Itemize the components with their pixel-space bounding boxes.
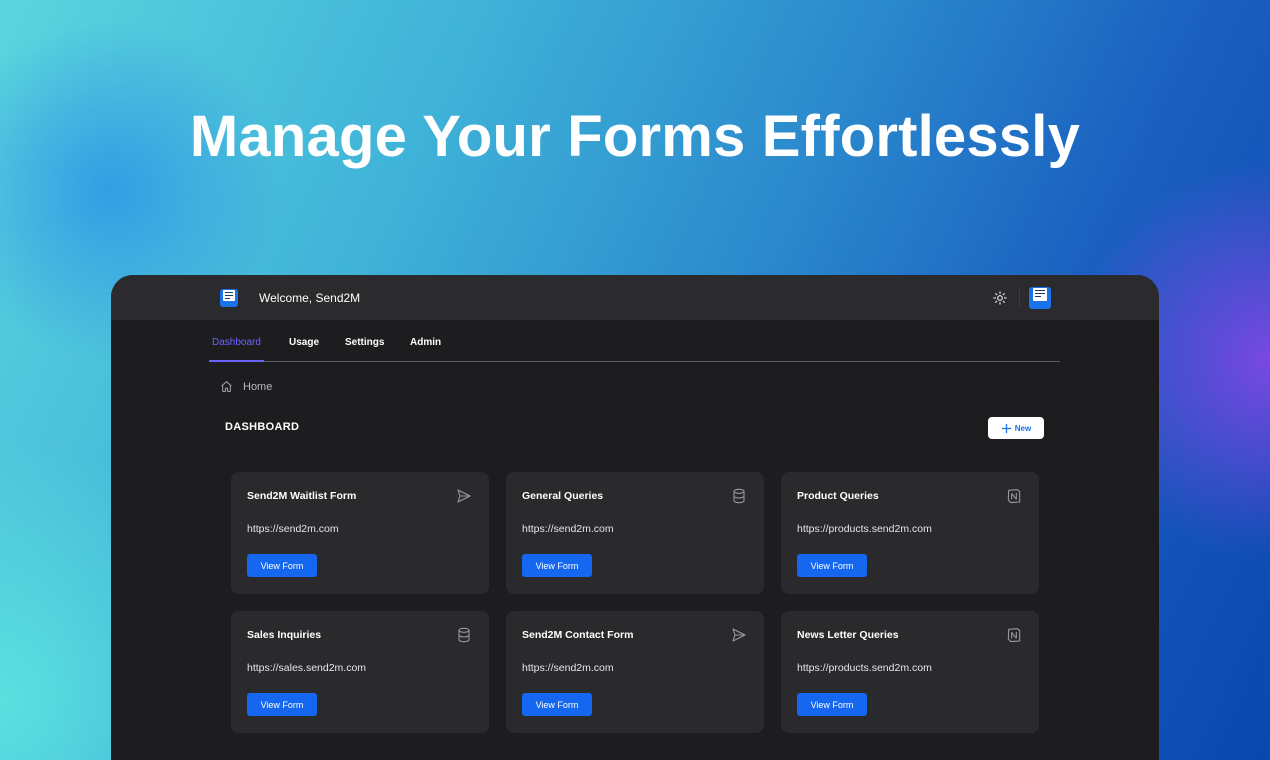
nav-tabs: Dashboard Usage Settings Admin bbox=[209, 320, 1060, 362]
new-form-button[interactable]: New bbox=[988, 417, 1044, 439]
form-card-title: Send2M Contact Form bbox=[522, 629, 634, 641]
form-card-title: Sales Inquiries bbox=[247, 629, 322, 641]
database-icon bbox=[733, 488, 745, 504]
form-card-title: News Letter Queries bbox=[797, 629, 899, 641]
tab-admin[interactable]: Admin bbox=[410, 337, 441, 348]
form-card-url: https://send2m.com bbox=[522, 523, 614, 535]
form-card-title: Product Queries bbox=[797, 490, 879, 502]
breadcrumb: Home bbox=[220, 380, 272, 393]
form-card-url: https://sales.send2m.com bbox=[247, 662, 367, 674]
tab-settings[interactable]: Settings bbox=[345, 337, 384, 348]
form-card-url: https://send2m.com bbox=[247, 523, 339, 535]
active-tab-indicator bbox=[209, 360, 264, 362]
notion-icon bbox=[1007, 489, 1021, 504]
form-card: Send2M Waitlist Form https://send2m.com … bbox=[231, 472, 489, 594]
form-card-url: https://products.send2m.com bbox=[797, 523, 932, 535]
view-form-button[interactable]: View Form bbox=[247, 554, 317, 577]
view-form-button[interactable]: View Form bbox=[522, 554, 592, 577]
form-card: Sales Inquiries https://sales.send2m.com… bbox=[231, 611, 489, 733]
home-icon[interactable] bbox=[220, 380, 233, 393]
top-bar: Welcome, Send2M bbox=[111, 275, 1159, 320]
app-window: Welcome, Send2M Dashboard Usage Settings… bbox=[111, 275, 1159, 760]
theme-toggle-icon[interactable] bbox=[993, 291, 1007, 305]
page-title: DASHBOARD bbox=[225, 421, 300, 433]
form-card-url: https://send2m.com bbox=[522, 662, 614, 674]
plus-icon bbox=[1001, 423, 1011, 433]
app-logo-icon[interactable] bbox=[220, 289, 238, 307]
form-card: News Letter Queries https://products.sen… bbox=[781, 611, 1039, 733]
tab-usage[interactable]: Usage bbox=[289, 337, 319, 348]
form-card: Product Queries https://products.send2m.… bbox=[781, 472, 1039, 594]
notion-icon bbox=[1007, 628, 1021, 643]
view-form-button[interactable]: View Form bbox=[797, 693, 867, 716]
breadcrumb-home[interactable]: Home bbox=[243, 381, 272, 393]
form-card-title: Send2M Waitlist Form bbox=[247, 490, 357, 502]
user-avatar-icon[interactable] bbox=[1029, 287, 1051, 309]
send-icon bbox=[457, 489, 471, 503]
form-card-url: https://products.send2m.com bbox=[797, 662, 932, 674]
database-icon bbox=[458, 627, 470, 643]
view-form-button[interactable]: View Form bbox=[522, 693, 592, 716]
view-form-button[interactable]: View Form bbox=[247, 693, 317, 716]
welcome-text: Welcome, Send2M bbox=[259, 291, 361, 305]
form-card: General Queries https://send2m.com View … bbox=[506, 472, 764, 594]
tab-dashboard[interactable]: Dashboard bbox=[212, 337, 261, 348]
new-button-label: New bbox=[1014, 423, 1032, 433]
form-card-title: General Queries bbox=[522, 490, 604, 502]
view-form-button[interactable]: View Form bbox=[797, 554, 867, 577]
page-headline: Manage Your Forms Effortlessly bbox=[189, 104, 1081, 169]
form-card: Send2M Contact Form https://send2m.com V… bbox=[506, 611, 764, 733]
topbar-divider bbox=[1019, 288, 1020, 308]
send-icon bbox=[732, 628, 746, 642]
